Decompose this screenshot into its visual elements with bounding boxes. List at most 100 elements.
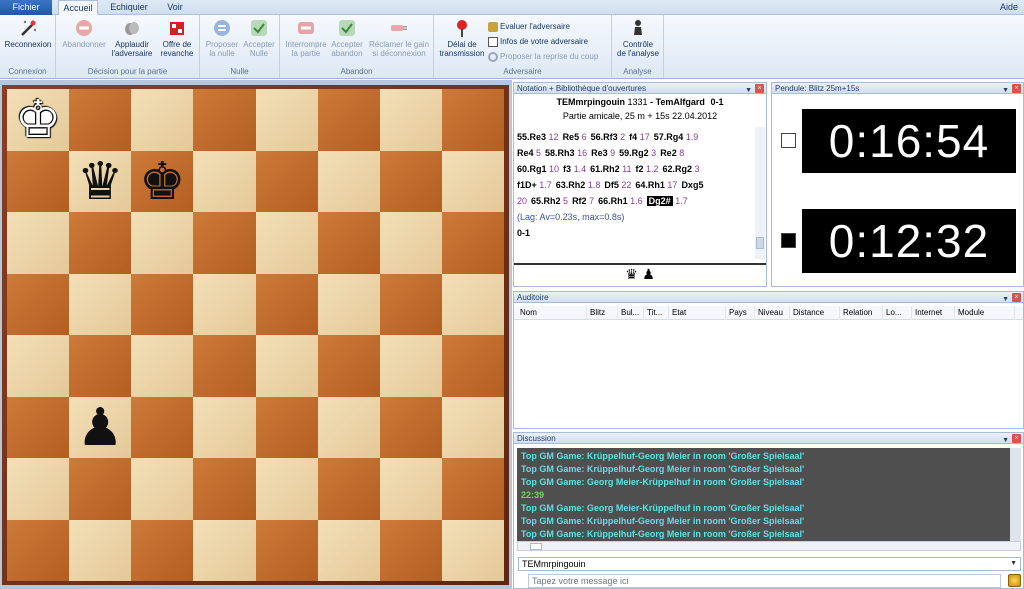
chat-scrollbar[interactable] [1010, 448, 1021, 541]
board-square[interactable] [255, 89, 318, 151]
board-square[interactable] [131, 273, 194, 335]
move-san[interactable]: 63.Rh2 [556, 180, 586, 190]
evaluate-opponent-button[interactable]: Evaluer l'adversaire [488, 21, 570, 33]
move-san[interactable]: f2 [635, 164, 643, 174]
board-square[interactable] [379, 150, 442, 212]
scroll-thumb[interactable] [530, 543, 542, 550]
column-header[interactable]: Lo... [883, 306, 912, 320]
accept-draw-button[interactable]: Accepter Nulle [240, 18, 278, 58]
move-san[interactable]: Re4 [517, 148, 534, 158]
board-square[interactable] [317, 89, 380, 151]
column-header[interactable]: Etat [669, 306, 726, 320]
close-icon[interactable]: × [755, 84, 764, 93]
resign-button[interactable]: Abandonner [59, 18, 109, 49]
move-san[interactable]: 61.Rh2 [590, 164, 620, 174]
board-square[interactable] [131, 212, 194, 274]
chess-board[interactable]: ♚ ♛ ♚ ♟ [7, 89, 504, 581]
move-san[interactable]: 57.Rg4 [654, 132, 684, 142]
board-square[interactable] [131, 335, 194, 397]
chat-horizontal-scrollbar[interactable] [517, 541, 1021, 551]
move-san[interactable]: 66.Rh1 [598, 196, 628, 206]
board-square[interactable] [317, 150, 380, 212]
board-square[interactable] [7, 150, 70, 212]
column-header[interactable]: Blitz [587, 306, 618, 320]
move-san[interactable]: f4 [629, 132, 637, 142]
accept-resign-button[interactable]: Accepter abandon [328, 18, 366, 58]
board-square[interactable] [193, 519, 256, 581]
black-queen[interactable]: ♛ [69, 151, 131, 213]
board-square[interactable] [193, 396, 256, 458]
notation-scrollbar[interactable] [755, 127, 765, 259]
board-square[interactable] [255, 458, 318, 520]
column-header[interactable]: Bul... [618, 306, 644, 320]
board-square[interactable] [193, 150, 256, 212]
reconnect-button[interactable]: Reconnexion [2, 18, 54, 49]
board-square[interactable] [131, 458, 194, 520]
column-header[interactable]: Nom [517, 306, 587, 320]
board-square[interactable] [379, 89, 442, 151]
board-square[interactable] [193, 212, 256, 274]
board-square[interactable] [7, 212, 70, 274]
board-square[interactable] [131, 89, 194, 151]
board-square[interactable] [193, 273, 256, 335]
dropdown-icon[interactable]: ▼ [745, 85, 752, 97]
board-square[interactable] [441, 519, 504, 581]
board-square[interactable] [441, 273, 504, 335]
interrupt-button[interactable]: Interrompre la partie [283, 18, 329, 58]
board-square[interactable] [317, 335, 380, 397]
board-square[interactable] [7, 458, 70, 520]
claim-win-button[interactable]: Réclamer le gain si déconnexion [366, 18, 432, 58]
dropdown-icon[interactable]: ▼ [1002, 85, 1009, 97]
analysis-control-button[interactable]: Contrôle de l'analyse [614, 18, 662, 58]
column-header[interactable]: Pays [726, 306, 755, 320]
board-square[interactable] [379, 519, 442, 581]
board-square[interactable] [255, 396, 318, 458]
help-menu[interactable]: Aide [1000, 0, 1018, 15]
rematch-button[interactable]: Offre de revanche [156, 18, 198, 58]
board-square[interactable] [131, 396, 194, 458]
board-square[interactable] [255, 519, 318, 581]
close-icon[interactable]: × [1012, 293, 1021, 302]
board-square[interactable] [255, 273, 318, 335]
board-square[interactable] [7, 519, 70, 581]
board-square[interactable] [193, 335, 256, 397]
move-san[interactable]: 65.Rh2 [531, 196, 561, 206]
move-san[interactable]: f1D+ [517, 180, 537, 190]
move-san[interactable]: Rf2 [572, 196, 587, 206]
board-square[interactable] [69, 519, 132, 581]
tab-voir[interactable]: Voir [160, 0, 190, 15]
board-square[interactable] [7, 273, 70, 335]
board-square[interactable] [441, 212, 504, 274]
board-square[interactable] [317, 519, 380, 581]
board-square[interactable] [193, 89, 256, 151]
white-king[interactable]: ♚ [7, 89, 69, 151]
board-square[interactable] [379, 273, 442, 335]
tab-accueil[interactable]: Accueil [58, 0, 98, 16]
board-square[interactable] [255, 335, 318, 397]
move-san[interactable]: Re3 [591, 148, 608, 158]
board-square[interactable] [193, 458, 256, 520]
column-header[interactable]: Distance [790, 306, 840, 320]
board-square[interactable] [317, 273, 380, 335]
board-square[interactable] [255, 150, 318, 212]
chat-log[interactable]: Top GM Game: Krüppelhuf-Georg Meier in r… [517, 448, 1010, 541]
chevron-down-icon[interactable]: ▼ [1010, 558, 1017, 570]
board-square[interactable] [379, 458, 442, 520]
file-menu[interactable]: Fichier [0, 0, 52, 15]
column-header[interactable]: Tit... [644, 306, 669, 320]
dropdown-icon[interactable]: ▼ [1002, 294, 1009, 306]
move-san[interactable]: Df5 [604, 180, 619, 190]
board-square[interactable] [7, 396, 70, 458]
move-san[interactable]: 58.Rh3 [545, 148, 575, 158]
opponent-info-button[interactable]: Infos de votre adversaire [488, 36, 588, 48]
black-king[interactable]: ♚ [131, 151, 193, 213]
board-square[interactable] [441, 150, 504, 212]
close-icon[interactable]: × [1012, 434, 1021, 443]
board-square[interactable] [441, 396, 504, 458]
column-header[interactable]: Module [955, 306, 1015, 320]
transmission-delay-button[interactable]: Délai de transmission [437, 18, 487, 58]
board-square[interactable] [69, 335, 132, 397]
move-san[interactable]: Re5 [563, 132, 580, 142]
message-input[interactable] [528, 574, 1001, 588]
board-square[interactable] [131, 519, 194, 581]
